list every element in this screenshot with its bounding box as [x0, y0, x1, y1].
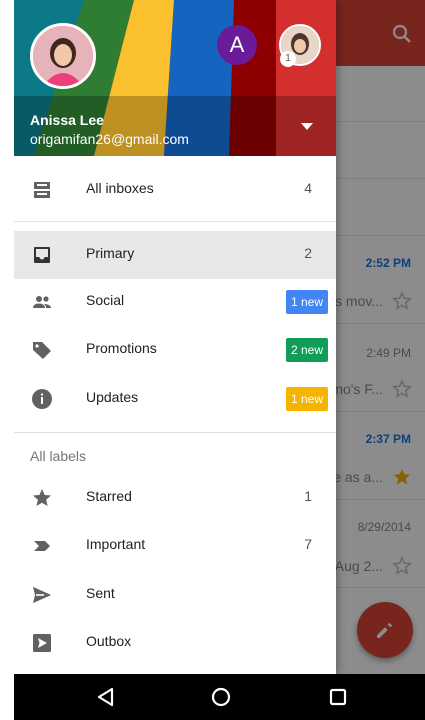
- divider: [14, 432, 336, 433]
- drawer-item-primary[interactable]: Primary 2: [14, 231, 336, 279]
- drawer-item-label: Starred: [86, 488, 132, 504]
- account-count-badge: 1: [280, 51, 296, 67]
- account-name: Anissa Lee: [30, 112, 104, 128]
- drawer-item-label: Outbox: [86, 633, 132, 649]
- navigation-drawer: A 1 Anissa Lee origamifan26@gmail.com Al…: [14, 0, 336, 674]
- home-icon[interactable]: [209, 685, 233, 709]
- account-avatar[interactable]: [30, 23, 96, 89]
- drawer-item-updates[interactable]: Updates 1 new: [14, 375, 336, 423]
- drawer-item-label: Sent: [86, 585, 115, 601]
- unread-count: 2: [304, 245, 312, 261]
- drawer-item-label: Updates: [86, 389, 139, 405]
- send-icon: [33, 587, 51, 603]
- drawer-item-important[interactable]: Important 7: [14, 522, 336, 570]
- people-icon: [33, 296, 51, 308]
- account-email: origamifan26@gmail.com: [30, 131, 189, 147]
- drawer-item-social[interactable]: Social 1 new: [14, 278, 336, 326]
- drawer-item-label: Social: [86, 292, 125, 308]
- inbox-icon: [34, 247, 50, 263]
- recents-icon[interactable]: [326, 685, 350, 709]
- item-count: 1: [304, 488, 312, 504]
- drawer-item-label: All inboxes: [86, 180, 154, 196]
- drawer-item-label: Promotions: [86, 340, 157, 356]
- drawer-item-outbox[interactable]: Outbox: [14, 619, 336, 667]
- drawer-item-all-inboxes[interactable]: All inboxes 4: [14, 166, 336, 214]
- drawer-item-label: Important: [86, 536, 146, 552]
- labels-section-header: All labels: [30, 448, 87, 464]
- system-navigation-bar: [14, 674, 425, 720]
- important-icon: [34, 541, 50, 551]
- drawer-item-sent[interactable]: Sent: [14, 571, 336, 619]
- all-inboxes-icon: [34, 182, 50, 198]
- drawer-item-label: Primary: [86, 245, 135, 261]
- drawer-item-starred[interactable]: Starred 1: [14, 474, 336, 522]
- item-count: 7: [304, 536, 312, 552]
- new-badge: 1 new: [285, 387, 328, 411]
- tag-icon: [33, 342, 51, 359]
- new-badge: 1 new: [285, 290, 328, 314]
- back-icon[interactable]: [94, 685, 118, 709]
- dropdown-arrow-icon[interactable]: [301, 123, 313, 131]
- outbox-icon: [33, 634, 51, 652]
- unread-count: 4: [304, 180, 312, 196]
- divider: [14, 221, 336, 222]
- account-header: A 1 Anissa Lee origamifan26@gmail.com: [14, 0, 336, 156]
- drawer-item-promotions[interactable]: Promotions 2 new: [14, 326, 336, 374]
- profile-photo: [33, 26, 93, 86]
- screen: 1 new 2 new 1 new 2:52 PM as mov... 2:49…: [14, 0, 425, 720]
- star-icon: [33, 489, 51, 506]
- info-icon: [32, 389, 52, 409]
- alt-account-avatar[interactable]: A: [217, 25, 257, 65]
- new-badge: 2 new: [285, 338, 328, 362]
